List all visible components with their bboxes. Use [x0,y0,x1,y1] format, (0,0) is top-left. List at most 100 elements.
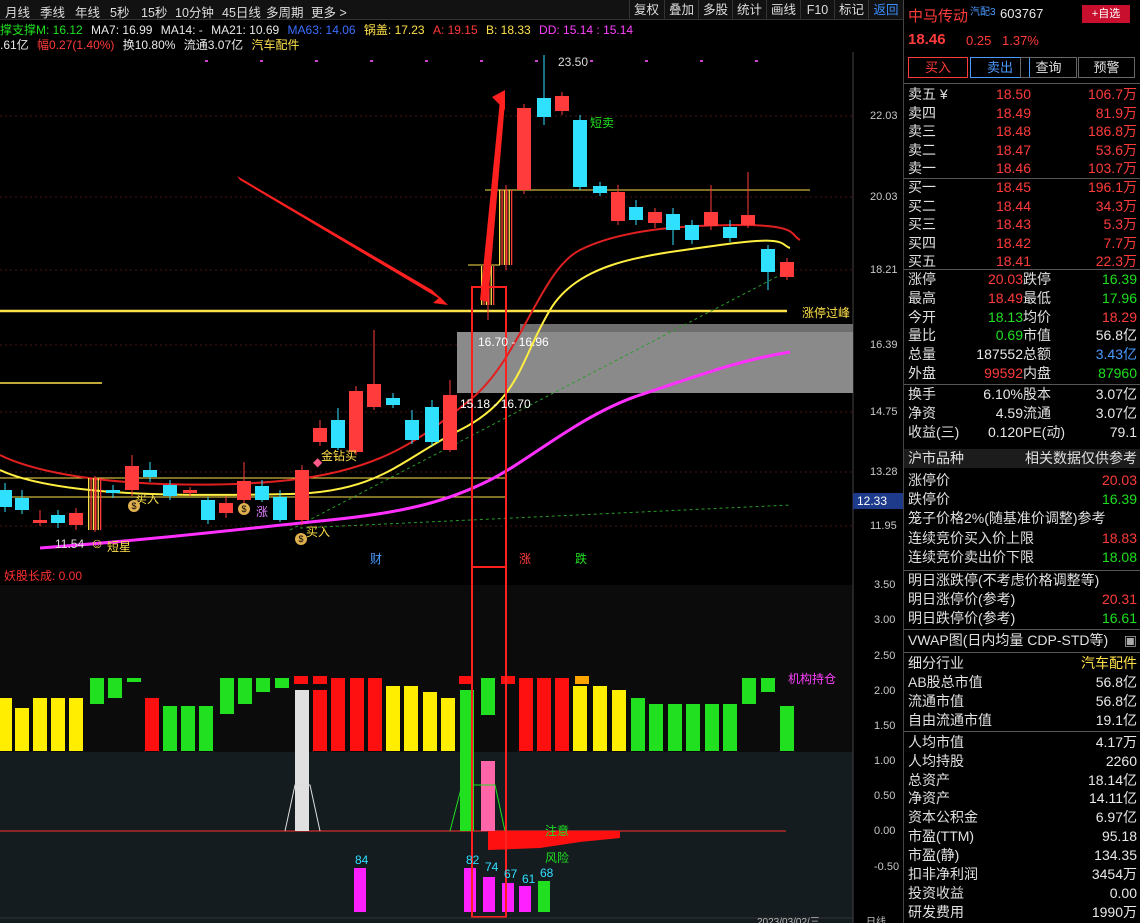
stat-row: 净资 4.59 流通 3.07亿 [904,404,1140,423]
bid-price: 18.45 [995,179,1031,195]
info-row: 扣非净利润 3454万 [904,865,1140,884]
toolbar-button[interactable]: 多股 [698,0,732,20]
ask-row[interactable]: 卖二 18.47 53.6万 [904,141,1140,160]
info-row: 笼子价格2%(随基准价调整)参考 [904,509,1140,528]
a-value: A: 19.15 [432,23,478,37]
period-tab[interactable]: 15秒 [141,2,167,21]
stat-value: 18.49 [987,289,1023,306]
stat-value: 3.07亿 [1095,404,1137,421]
arrow-annotation [237,176,445,302]
volume-bar [354,868,366,912]
stat-label: 最低 [1023,289,1051,306]
stat-label: 最高 [908,289,936,306]
diamond-icon: ◆ [313,455,323,469]
period-tab[interactable]: 多周期 [266,2,304,21]
toolbar-button[interactable]: 复权 [629,0,663,20]
sector-tag[interactable]: 汽配3 [970,3,996,18]
candle-body [537,98,551,117]
indicator-chart[interactable] [0,567,903,923]
section-header: 沪市品种 相关数据仅供参考 [904,449,1140,468]
industry-value[interactable]: 汽车配件 [1081,654,1137,673]
period-tab[interactable]: 10分钟 [175,2,214,21]
info-label: 研发费用 [908,903,964,920]
toolbar-button[interactable]: 返回 [868,0,903,20]
attention-label: 注意 [545,824,570,838]
event-rise-label: 涨 [519,552,532,566]
vwap-row[interactable]: VWAP图(日内均量 CDP-STD等) ▣ [904,631,1140,650]
risk-label: 风险 [545,851,570,865]
stat-row: 收益(三) 0.120 PE(动) 79.1 [904,423,1140,442]
event-fall-label: 跌 [575,552,588,566]
candle-body [443,395,457,450]
bid-label: 买三 [908,216,936,233]
marker-dot [205,60,208,62]
low-tag-label: 短星 [107,540,132,554]
price-tick-label: 13.28 [870,466,898,478]
info-row: 连续竞价卖出价下限 18.08 [904,548,1140,567]
info-value: 16.39 [1101,491,1137,508]
bid-row[interactable]: 买一 18.45 196.1万 [904,178,1140,197]
ask-row[interactable]: 卖四 18.49 81.9万 [904,104,1140,123]
stat-value: 18.29 [1101,308,1137,325]
current-price: 18.46 [908,31,946,48]
period-tab[interactable]: 45日线 [222,2,261,21]
stock-name: 中马传动 [908,8,969,25]
gold-drill-buy-signal: 金钻买 [321,449,358,463]
candle-body [273,497,287,520]
bid-row[interactable]: 买三 18.43 5.3万 [904,215,1140,234]
alert-button[interactable]: 预警 [1078,57,1135,78]
info-row: 研发费用 1990万 [904,903,1140,922]
indicator-bar [705,704,719,751]
info-row: 流通市值 56.8亿 [904,692,1140,711]
period-tab[interactable]: 季线 [40,2,65,21]
toolbar-button[interactable]: F10 [800,0,834,20]
ask-row[interactable]: 卖五 ¥ 18.50 106.7万 [904,85,1140,104]
candle-body [201,500,215,520]
stat-value: 99592 [984,365,1023,381]
buy-button[interactable]: 买入 [908,57,968,78]
indicator-tick-label: 0.50 [874,790,896,802]
indicator-bar [761,678,775,692]
chart-toolbar: 月线 季线 年线 5秒 15秒 10分钟 45日线 多周期 更多 > 复权 叠加 多股 统计 画线 F10… [0,0,903,20]
bid-row[interactable]: 买二 18.44 34.3万 [904,197,1140,216]
event-cai-label: 财 [370,552,383,566]
info-value: 18.14亿 [1087,771,1137,788]
bid-row[interactable]: 买四 18.42 7.7万 [904,234,1140,253]
period-tab[interactable]: 月线 [5,2,30,21]
candle-body [593,186,607,193]
indicator-bar [631,698,645,751]
float-value: 流通3.07亿 [183,38,244,52]
indicator-bar [145,698,159,751]
indicator-tick-label: 3.50 [874,579,896,591]
ask-price: 18.49 [995,104,1031,121]
stat-value: 3.07亿 [1095,386,1137,402]
toolbar-button[interactable]: 统计 [732,0,766,20]
toolbar-button[interactable]: 画线 [766,0,800,20]
period-tab[interactable]: 年线 [75,2,100,21]
add-favorite-button[interactable]: +自选 [1082,5,1130,23]
toolbar-button[interactable]: 标记 [834,0,868,20]
stat-label: 市值 [1023,327,1051,344]
candle-body [183,490,197,493]
candle-body [555,96,569,111]
volume-bar [519,886,531,912]
candle-body [237,481,251,500]
toolbar-button[interactable]: 叠加 [664,0,698,20]
expand-icon[interactable]: ▣ [1124,631,1137,650]
stat-value: 16.39 [1101,271,1137,287]
rise-signal: 涨 [256,505,269,519]
bar-value-label: 68 [540,866,554,880]
period-tab[interactable]: 更多 > [311,2,347,21]
query-button[interactable]: 查询 [1020,57,1077,78]
price-tick-label: 16.39 [870,339,898,351]
bar-value-label: 84 [355,853,369,867]
ask-price: 18.50 [995,86,1031,102]
ask-row[interactable]: 卖三 18.48 186.8万 [904,122,1140,141]
ask-row[interactable]: 卖一 18.46 103.7万 [904,159,1140,178]
price-tick-label: 14.75 [870,406,898,418]
price-tick-label: 11.95 [870,520,897,532]
bid-volume: 34.3万 [1095,197,1137,214]
period-tab[interactable]: 5秒 [110,2,129,21]
indicator-bar [481,761,495,831]
info-value: 134.35 [1094,847,1137,864]
